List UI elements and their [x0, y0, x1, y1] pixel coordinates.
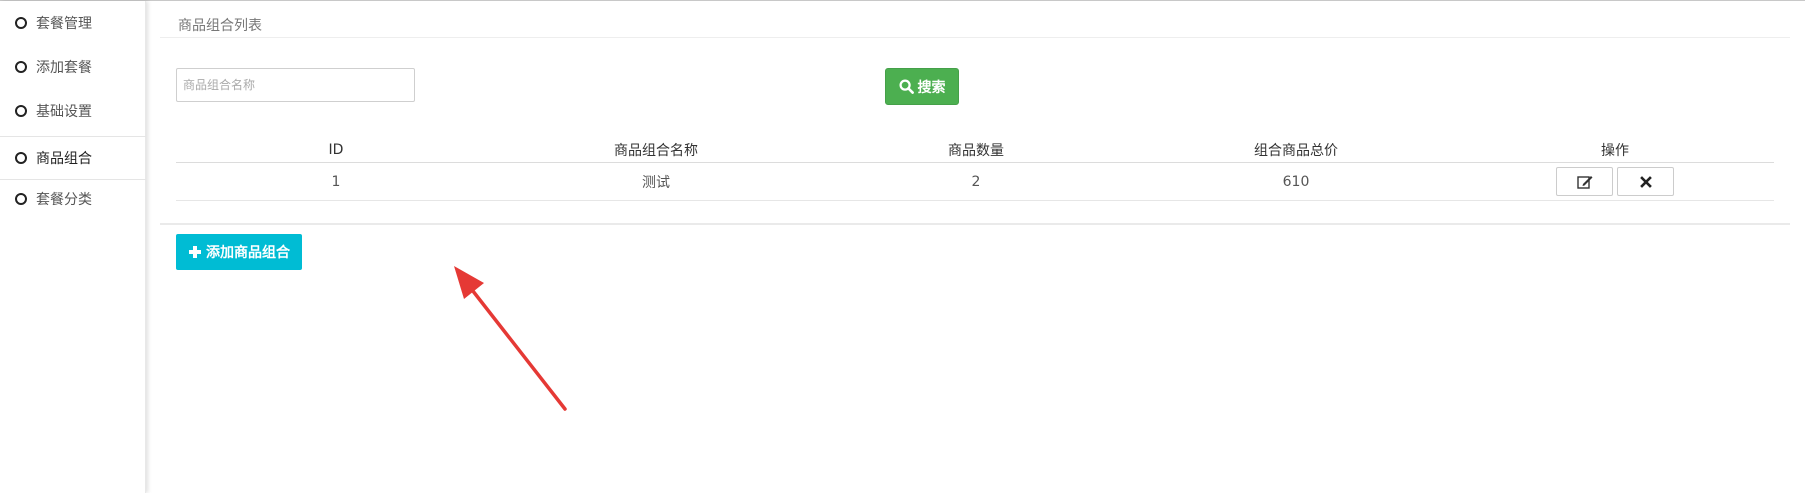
sidebar-item-product-combo[interactable]: 商品组合 — [0, 136, 146, 180]
red-arrow-annotation — [454, 266, 567, 411]
circle-icon — [15, 193, 27, 205]
circle-icon — [15, 105, 27, 117]
sidebar-item-add-package[interactable]: 添加套餐 — [0, 45, 146, 89]
page-title: 商品组合列表 — [178, 18, 262, 34]
header-count: 商品数量 — [948, 142, 1004, 159]
search-input[interactable] — [176, 68, 415, 102]
header-actions: 操作 — [1601, 142, 1629, 159]
cell-actions — [1456, 163, 1774, 200]
delete-button[interactable] — [1617, 167, 1674, 196]
cell-count: 2 — [971, 173, 981, 190]
sidebar-item-label: 套餐分类 — [36, 192, 92, 208]
sidebar-item-basic-settings[interactable]: 基础设置 — [0, 89, 146, 133]
product-combo-table: ID 商品组合名称 商品数量 组合商品总价 操作 1 测试 2 610 — [176, 137, 1774, 201]
cell-name: 测试 — [642, 174, 670, 191]
header-name: 商品组合名称 — [614, 142, 698, 159]
main-panel: 商品组合列表 搜索 ID 商品组合名称 商品数量 组合商品总价 操作 1 测试 … — [160, 1, 1790, 493]
search-icon — [898, 79, 914, 94]
sidebar-item-label: 基础设置 — [36, 104, 92, 120]
plus-icon — [189, 246, 201, 258]
add-button-label: 添加商品组合 — [206, 245, 290, 261]
sidebar-item-label: 添加套餐 — [36, 60, 92, 76]
circle-icon — [15, 152, 27, 164]
header-id: ID — [328, 141, 344, 158]
header-total: 组合商品总价 — [1254, 142, 1338, 159]
circle-icon — [15, 61, 27, 73]
circle-icon — [15, 17, 27, 29]
cell-id: 1 — [331, 173, 341, 190]
sidebar-item-package-category[interactable]: 套餐分类 — [0, 177, 146, 221]
edit-button[interactable] — [1556, 167, 1613, 196]
table-row: 1 测试 2 610 — [176, 163, 1774, 201]
close-icon — [1639, 175, 1652, 188]
table-header: ID 商品组合名称 商品数量 组合商品总价 操作 — [176, 137, 1774, 163]
divider — [160, 223, 1790, 225]
edit-icon — [1576, 175, 1592, 189]
sidebar-item-label: 商品组合 — [36, 151, 92, 167]
search-button[interactable]: 搜索 — [885, 68, 959, 105]
sidebar-item-package-management[interactable]: 套餐管理 — [0, 1, 146, 45]
sidebar-item-label: 套餐管理 — [36, 16, 92, 32]
search-button-label: 搜索 — [917, 79, 946, 96]
add-product-combo-button[interactable]: 添加商品组合 — [176, 234, 302, 270]
sidebar: 套餐管理 添加套餐 基础设置 商品组合 套餐分类 — [0, 1, 146, 493]
cell-total: 610 — [1282, 173, 1310, 190]
divider — [160, 37, 1790, 38]
